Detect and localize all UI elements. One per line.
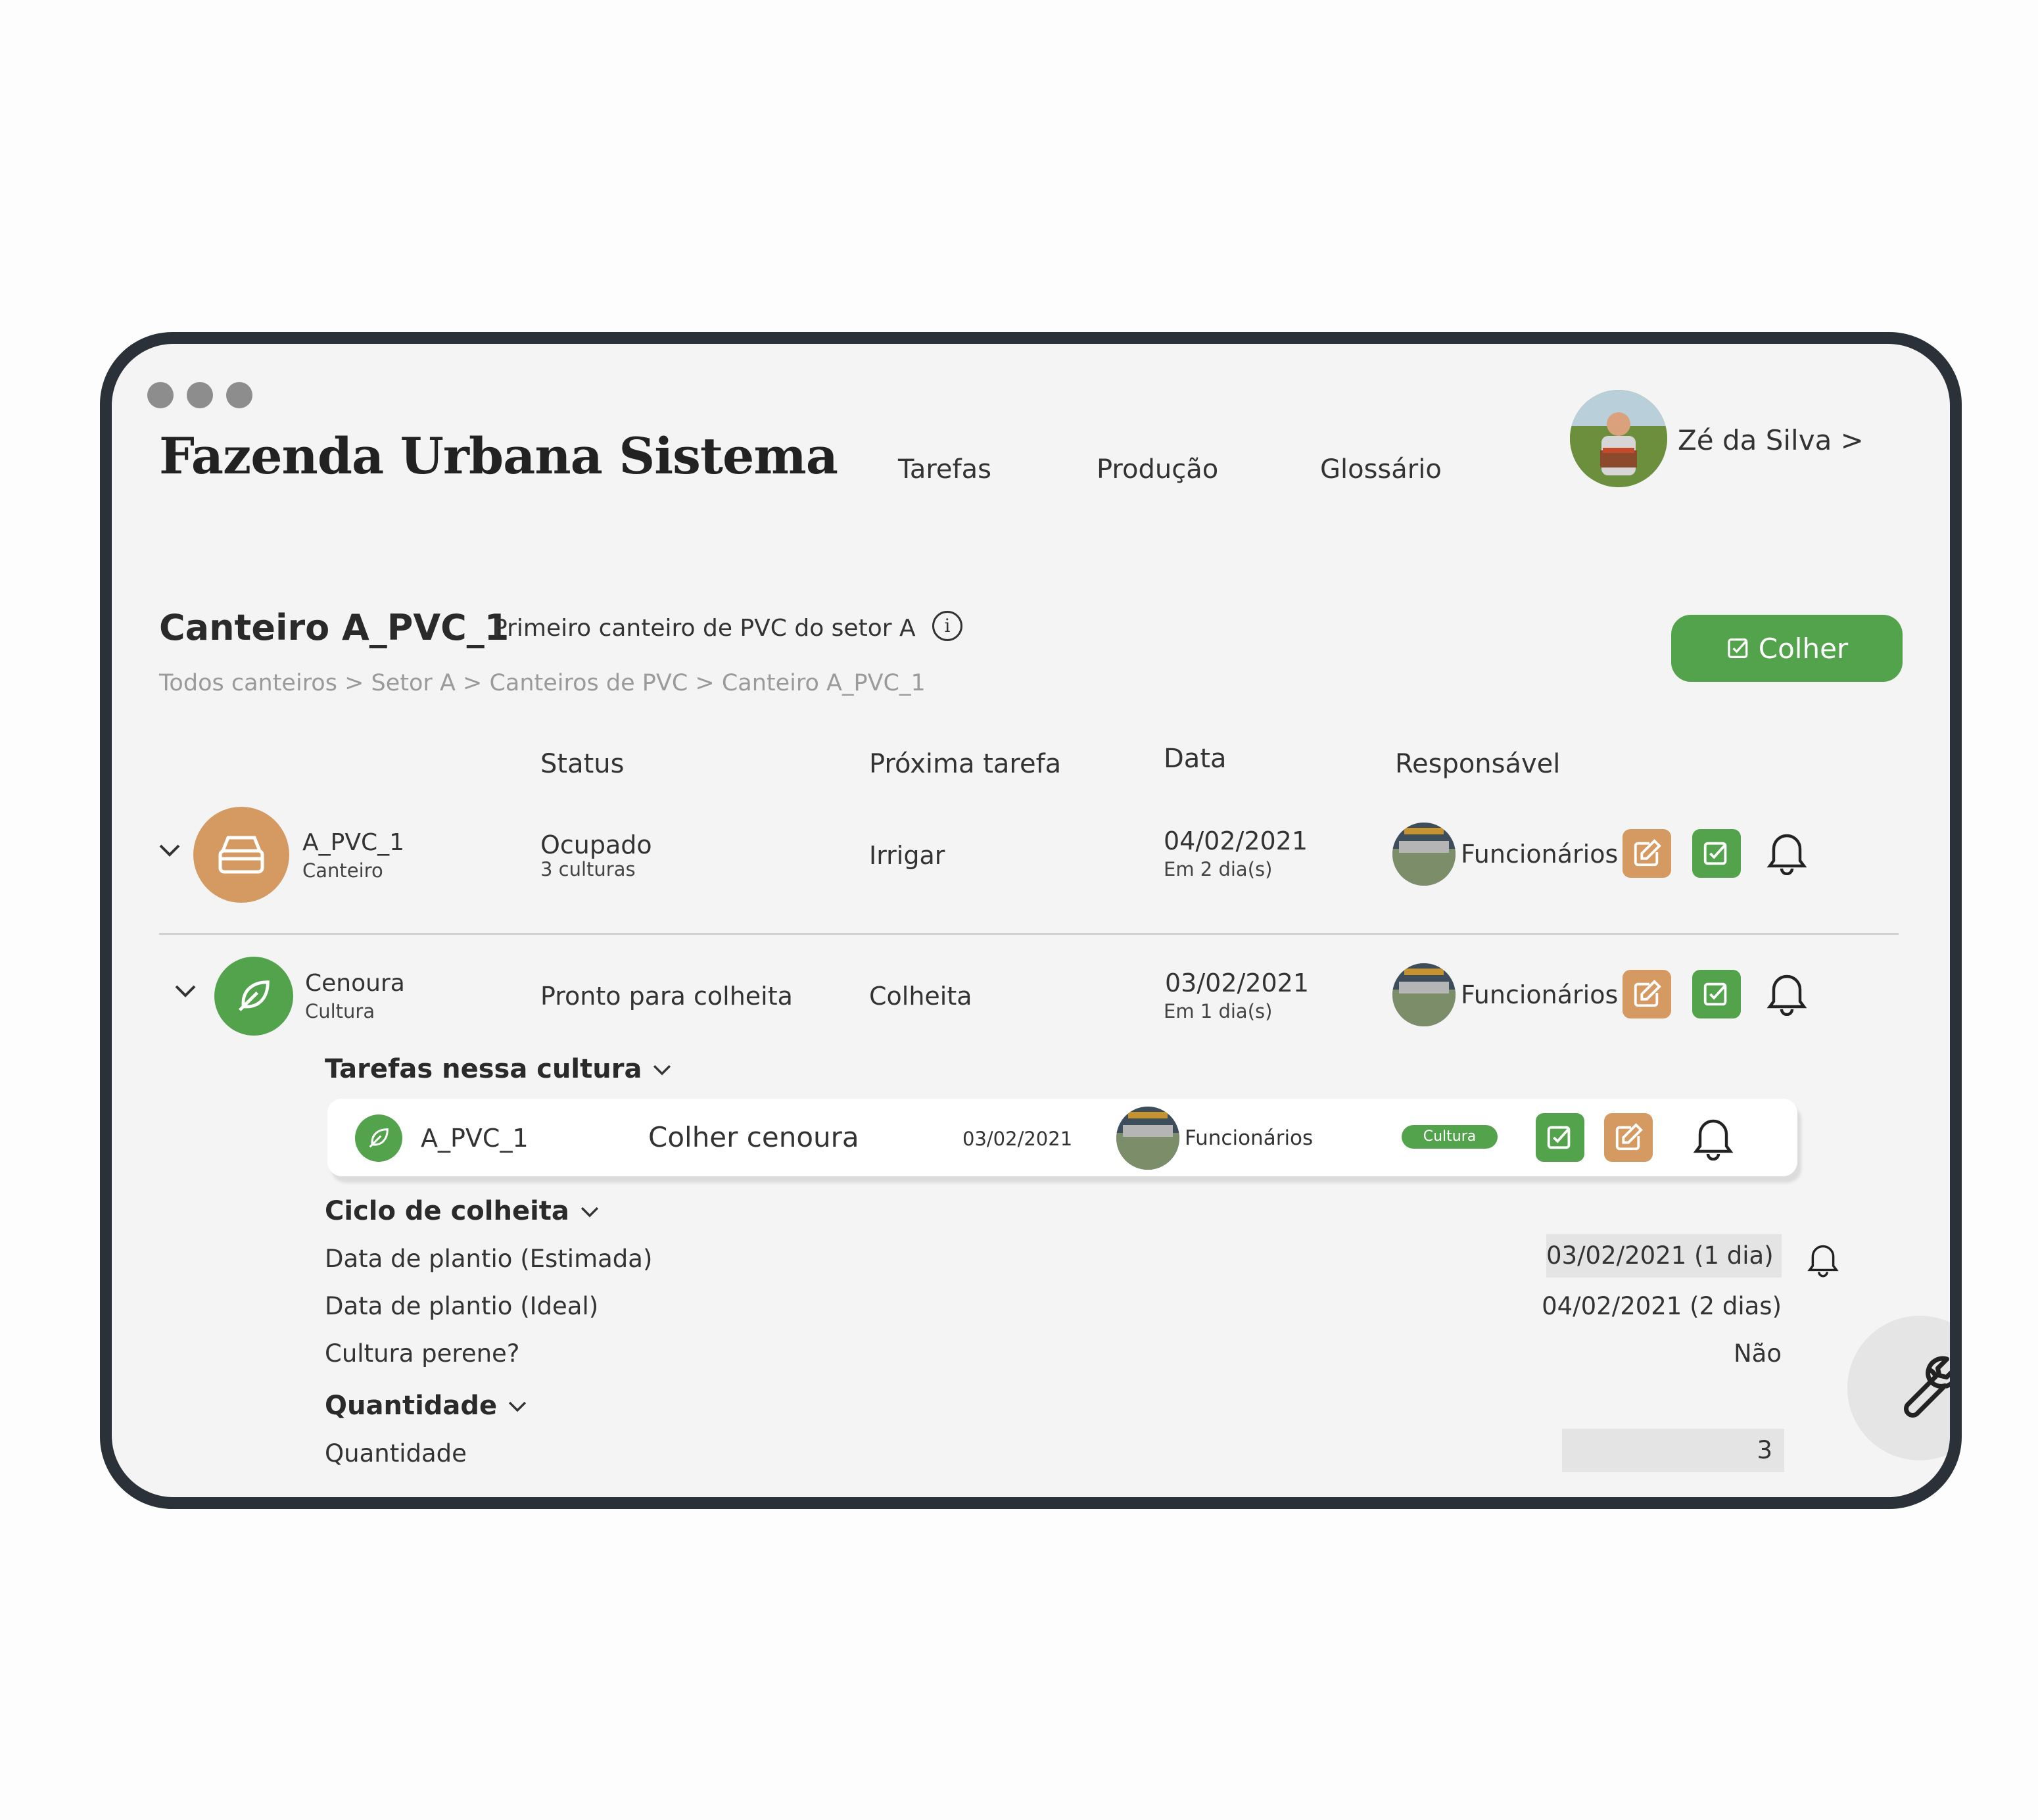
field-value-ideal: 04/02/2021 (2 dias) [1542,1292,1782,1320]
task-location: A_PVC_1 [421,1124,529,1153]
breadcrumb[interactable]: Todos canteiros > Setor A > Canteiros de… [159,670,926,696]
colher-button[interactable]: Colher [1671,615,1903,682]
quantity-input[interactable]: 3 [1562,1429,1784,1472]
row-name[interactable]: A_PVC_1 [302,829,404,856]
field-label: Cultura perene? [325,1339,520,1368]
edit-button[interactable] [1623,970,1671,1018]
field-notify-button[interactable] [1807,1241,1839,1280]
column-header-status: Status [540,749,625,779]
leaf-icon [369,1128,389,1148]
check-square-icon [1703,842,1727,865]
row-type: Cultura [305,1000,375,1022]
task-date: 03/02/2021 [962,1128,1073,1150]
tools-button[interactable] [1847,1316,1950,1460]
task-notify-button[interactable] [1692,1114,1734,1163]
row-date-relative: Em 2 dia(s) [1164,858,1273,880]
cycle-section-title[interactable]: Ciclo de colheita [325,1196,601,1226]
bell-icon [1807,1245,1839,1278]
window-close-dot[interactable] [147,382,174,408]
row-status-detail: 3 culturas [540,858,636,880]
task-complete-button[interactable] [1536,1113,1584,1162]
check-square-icon [1728,638,1748,658]
quantity-section-label: Quantidade [325,1391,498,1421]
check-square-icon [1703,982,1727,1006]
responsible-thumbnail [1392,823,1456,886]
column-header-next-task: Próxima tarefa [869,749,1062,779]
expand-row-chevron[interactable] [172,982,199,1003]
task-avatar [355,1114,402,1162]
row-status: Ocupado [540,830,652,859]
edit-icon [1615,1123,1643,1151]
field-label: Quantidade [325,1439,467,1468]
field-label: Data de plantio (Ideal) [325,1292,599,1320]
notify-button[interactable] [1766,829,1808,878]
nav-tarefas[interactable]: Tarefas [898,454,991,485]
row-type: Canteiro [302,859,383,882]
page-title: Canteiro A_PVC_1 [159,607,510,648]
expand-row-chevron[interactable] [156,841,183,862]
tasks-section-label: Tarefas nessa cultura [325,1054,642,1084]
user-menu-link[interactable]: Zé da Silva > [1678,424,1864,456]
task-card[interactable]: A_PVC_1 Colher cenoura 03/02/2021 Funcio… [327,1099,1797,1176]
chevron-down-icon [175,985,196,997]
cultura-avatar [214,957,293,1036]
task-edit-button[interactable] [1604,1113,1653,1162]
field-value-estimated[interactable]: 03/02/2021 (1 dia) [1546,1234,1782,1278]
edit-icon [1634,980,1661,1007]
responsible-thumbnail [1116,1107,1179,1170]
edit-button[interactable] [1623,829,1671,878]
bell-icon [1766,974,1807,1017]
window-minimize-dot[interactable] [187,382,213,408]
cycle-section-label: Ciclo de colheita [325,1196,569,1226]
bell-icon [1693,1119,1734,1161]
row-name[interactable]: Cenoura [305,970,405,997]
responsible-thumbnail [1392,963,1456,1026]
leaf-icon [238,980,270,1012]
field-value-perennial: Não [1734,1339,1782,1368]
window-maximize-dot[interactable] [226,382,252,408]
archive-box-icon [218,836,264,874]
row-next-task: Colheita [869,982,972,1011]
check-square-icon [1547,1126,1571,1149]
info-icon[interactable]: i [932,611,962,641]
nav-producao[interactable]: Produção [1097,454,1218,485]
task-title: Colher cenoura [648,1121,859,1153]
tasks-section-title[interactable]: Tarefas nessa cultura [325,1054,673,1084]
nav-glossario[interactable]: Glossário [1320,454,1442,485]
row-divider [159,933,1899,935]
row-status: Pronto para colheita [540,982,793,1011]
edit-icon [1634,839,1661,867]
row-responsible[interactable]: Funcionários [1461,980,1618,1009]
column-header-responsible: Responsável [1395,749,1561,779]
app-title: Fazenda Urbana Sistema [159,427,838,485]
notify-button[interactable] [1766,970,1808,1018]
row-date: 03/02/2021 [1165,969,1310,997]
row-responsible[interactable]: Funcionários [1461,840,1618,869]
task-responsible: Funcionários [1185,1126,1314,1150]
complete-button[interactable] [1692,829,1741,878]
column-header-date: Data [1164,744,1227,774]
device-frame: Fazenda Urbana Sistema Tarefas Produção … [100,332,1962,1509]
bell-icon [1766,834,1807,876]
quantity-section-title[interactable]: Quantidade [325,1391,529,1421]
chevron-down-icon [581,1207,598,1218]
chevron-down-icon [509,1401,527,1412]
chevron-down-icon [159,844,180,857]
complete-button[interactable] [1692,970,1741,1018]
wrench-icon [1904,1356,1950,1418]
task-tag-badge: Cultura [1402,1125,1498,1149]
chevron-down-icon [653,1065,671,1076]
canteiro-avatar [193,807,289,903]
page-subtitle: Primeiro canteiro de PVC do setor A [493,615,916,642]
colher-button-label: Colher [1758,632,1849,665]
field-label: Data de plantio (Estimada) [325,1245,653,1273]
row-date-relative: Em 1 dia(s) [1164,1000,1273,1022]
row-next-task: Irrigar [869,841,945,870]
app-window: Fazenda Urbana Sistema Tarefas Produção … [112,344,1950,1497]
user-avatar[interactable] [1570,390,1667,487]
row-date: 04/02/2021 [1164,826,1308,855]
